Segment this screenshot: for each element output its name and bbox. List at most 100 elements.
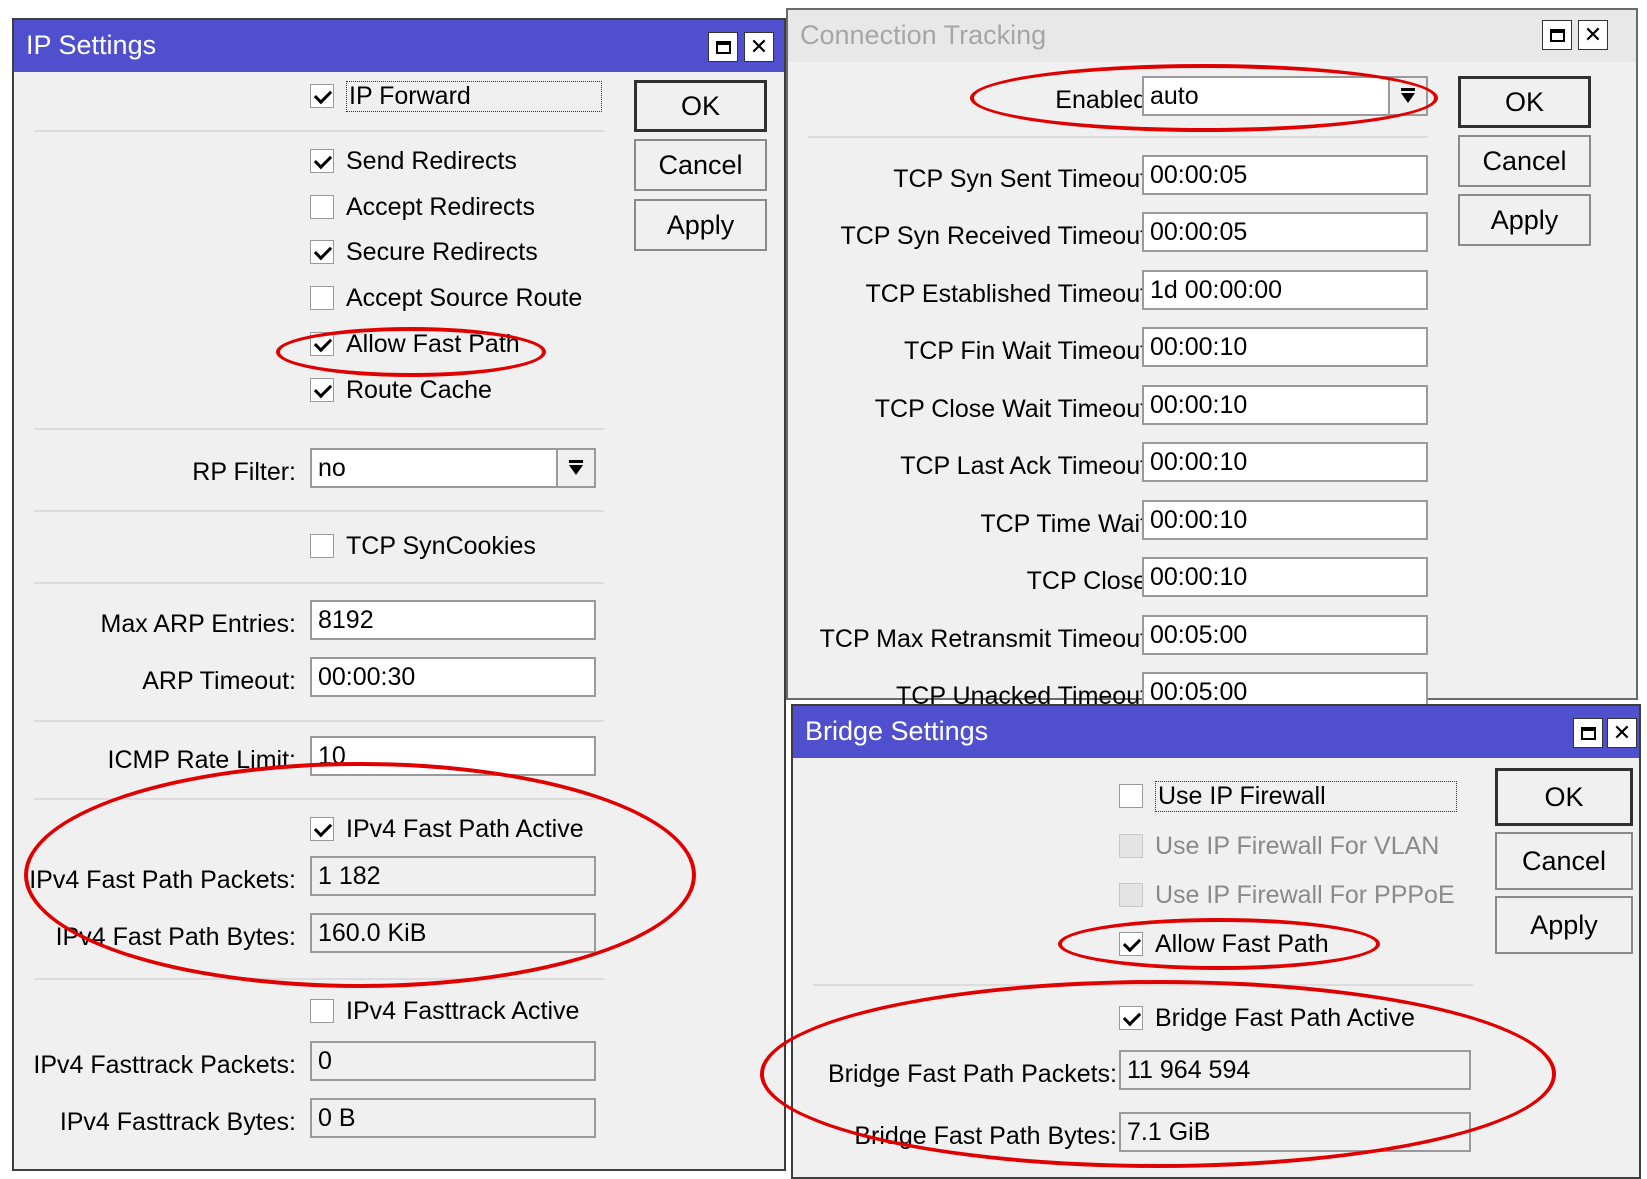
tcp-last-ack-timeout-label: TCP Last Ack Timeout: bbox=[900, 452, 1154, 480]
tcp-close-label: TCP Close: bbox=[1026, 567, 1154, 595]
ipv4-fast-path-packets-value: 1 182 bbox=[310, 856, 596, 896]
separator bbox=[813, 984, 1473, 986]
ip-settings-titlebar[interactable]: IP Settings ✕ bbox=[14, 20, 784, 72]
checkbox-label: Route Cache bbox=[346, 375, 492, 404]
ipv4-fast-path-bytes-value: 160.0 KiB bbox=[310, 913, 596, 953]
window-title: Connection Tracking bbox=[800, 20, 1047, 50]
apply-button[interactable]: Apply bbox=[634, 199, 767, 251]
checkbox-icon[interactable] bbox=[310, 84, 334, 108]
dropdown-arrow-icon[interactable] bbox=[556, 450, 594, 486]
bridge-fast-path-bytes-label: Bridge Fast Path Bytes: bbox=[854, 1122, 1117, 1150]
tcp-syn-sent-timeout-input[interactable]: 00:00:05 bbox=[1142, 155, 1428, 195]
max-arp-entries-input[interactable]: 8192 bbox=[310, 600, 596, 640]
checkbox-label: Use IP Firewall For PPPoE bbox=[1155, 880, 1455, 909]
checkbox-label: Bridge Fast Path Active bbox=[1155, 1003, 1415, 1032]
checkbox-icon[interactable] bbox=[1119, 784, 1143, 808]
separator bbox=[34, 720, 604, 722]
tcp-close-wait-timeout-input[interactable]: 00:00:10 bbox=[1142, 385, 1428, 425]
ip-forward-checkbox-row[interactable]: IP Forward bbox=[310, 80, 602, 112]
tcp-syn-received-timeout-label: TCP Syn Received Timeout: bbox=[840, 222, 1154, 250]
route-cache-checkbox-row[interactable]: Route Cache bbox=[310, 374, 492, 406]
allow-fast-path-checkbox-row[interactable]: Allow Fast Path bbox=[310, 328, 520, 360]
tcp-last-ack-timeout-input[interactable]: 00:00:10 bbox=[1142, 442, 1428, 482]
tcp-time-wait-input[interactable]: 00:00:10 bbox=[1142, 500, 1428, 540]
ipv4-fasttrack-packets-value: 0 bbox=[310, 1041, 596, 1081]
cancel-button[interactable]: Cancel bbox=[634, 139, 767, 191]
separator bbox=[34, 130, 604, 132]
cancel-button[interactable]: Cancel bbox=[1458, 135, 1591, 187]
checkbox-icon[interactable] bbox=[310, 149, 334, 173]
checkbox-icon bbox=[1119, 883, 1143, 907]
checkbox-label: IPv4 Fast Path Active bbox=[346, 814, 584, 843]
icmp-rate-limit-label: ICMP Rate Limit: bbox=[107, 746, 296, 774]
ok-button[interactable]: OK bbox=[634, 80, 767, 132]
bridge-fast-path-active-checkbox-row: Bridge Fast Path Active bbox=[1119, 1002, 1415, 1034]
checkbox-label: Use IP Firewall bbox=[1155, 780, 1457, 812]
use-ip-firewall-vlan-checkbox-row: Use IP Firewall For VLAN bbox=[1119, 830, 1439, 862]
allow-fast-path-checkbox-row[interactable]: Allow Fast Path bbox=[1119, 928, 1329, 960]
ipv4-fast-path-packets-label: IPv4 Fast Path Packets: bbox=[29, 866, 296, 894]
ipv4-fast-path-bytes-label: IPv4 Fast Path Bytes: bbox=[55, 923, 296, 951]
secure-redirects-checkbox-row[interactable]: Secure Redirects bbox=[310, 236, 538, 268]
icmp-rate-limit-input[interactable]: 10 bbox=[310, 736, 596, 776]
checkbox-label: IPv4 Fasttrack Active bbox=[346, 996, 580, 1025]
bridge-fast-path-bytes-value: 7.1 GiB bbox=[1119, 1112, 1471, 1152]
separator bbox=[34, 978, 604, 980]
accept-redirects-checkbox-row[interactable]: Accept Redirects bbox=[310, 191, 535, 223]
tcp-syn-sent-timeout-label: TCP Syn Sent Timeout: bbox=[893, 165, 1154, 193]
maximize-icon[interactable] bbox=[708, 32, 738, 62]
tcp-syncookies-checkbox-row[interactable]: TCP SynCookies bbox=[310, 530, 536, 562]
separator bbox=[808, 136, 1428, 138]
rp-filter-value: no bbox=[318, 454, 346, 482]
arp-timeout-input[interactable]: 00:00:30 bbox=[310, 657, 596, 697]
checkbox-icon bbox=[310, 817, 334, 841]
send-redirects-checkbox-row[interactable]: Send Redirects bbox=[310, 145, 517, 177]
separator bbox=[34, 582, 604, 584]
checkbox-icon[interactable] bbox=[310, 534, 334, 558]
bridge-settings-titlebar[interactable]: Bridge Settings ✕ bbox=[793, 706, 1639, 758]
checkbox-label: Secure Redirects bbox=[346, 237, 538, 266]
enabled-label: Enabled: bbox=[1055, 86, 1154, 114]
tcp-established-timeout-input[interactable]: 1d 00:00:00 bbox=[1142, 270, 1428, 310]
rp-filter-dropdown[interactable]: no bbox=[310, 448, 596, 488]
connection-tracking-window: Connection Tracking ✕ OK Cancel Apply En… bbox=[786, 8, 1638, 712]
tcp-fin-wait-timeout-input[interactable]: 00:00:10 bbox=[1142, 327, 1428, 367]
checkbox-icon[interactable] bbox=[310, 378, 334, 402]
enabled-dropdown[interactable]: auto bbox=[1142, 76, 1428, 116]
apply-button[interactable]: Apply bbox=[1458, 194, 1591, 246]
close-icon[interactable]: ✕ bbox=[1578, 20, 1608, 50]
ipv4-fasttrack-packets-label: IPv4 Fasttrack Packets: bbox=[33, 1051, 296, 1079]
accept-source-route-checkbox-row[interactable]: Accept Source Route bbox=[310, 282, 582, 314]
maximize-icon[interactable] bbox=[1573, 718, 1603, 748]
connection-tracking-titlebar[interactable]: Connection Tracking ✕ bbox=[788, 10, 1636, 62]
checkbox-icon[interactable] bbox=[310, 195, 334, 219]
enabled-value: auto bbox=[1150, 82, 1199, 110]
ok-button[interactable]: OK bbox=[1458, 76, 1591, 128]
ok-button[interactable]: OK bbox=[1495, 768, 1633, 826]
arp-timeout-label: ARP Timeout: bbox=[142, 667, 296, 695]
use-ip-firewall-checkbox-row[interactable]: Use IP Firewall bbox=[1119, 780, 1457, 812]
window-title: Bridge Settings bbox=[805, 716, 989, 746]
ipv4-fasttrack-bytes-value: 0 B bbox=[310, 1098, 596, 1138]
dropdown-arrow-icon[interactable] bbox=[1388, 78, 1426, 114]
tcp-time-wait-label: TCP Time Wait: bbox=[980, 510, 1154, 538]
bridge-fast-path-packets-value: 11 964 594 bbox=[1119, 1050, 1471, 1090]
tcp-max-retransmit-timeout-input[interactable]: 00:05:00 bbox=[1142, 615, 1428, 655]
checkbox-icon[interactable] bbox=[310, 286, 334, 310]
checkbox-label: Allow Fast Path bbox=[1155, 929, 1329, 958]
checkbox-icon[interactable] bbox=[310, 332, 334, 356]
checkbox-label: Allow Fast Path bbox=[346, 329, 520, 358]
separator bbox=[34, 428, 604, 430]
tcp-established-timeout-label: TCP Established Timeout: bbox=[865, 280, 1154, 308]
maximize-icon[interactable] bbox=[1542, 20, 1572, 50]
checkbox-label: Send Redirects bbox=[346, 146, 517, 175]
checkbox-icon[interactable] bbox=[1119, 932, 1143, 956]
checkbox-icon[interactable] bbox=[310, 240, 334, 264]
tcp-close-input[interactable]: 00:00:10 bbox=[1142, 557, 1428, 597]
ipv4-fasttrack-bytes-label: IPv4 Fasttrack Bytes: bbox=[59, 1108, 296, 1136]
tcp-syn-received-timeout-input[interactable]: 00:00:05 bbox=[1142, 212, 1428, 252]
apply-button[interactable]: Apply bbox=[1495, 896, 1633, 954]
close-icon[interactable]: ✕ bbox=[1607, 718, 1637, 748]
cancel-button[interactable]: Cancel bbox=[1495, 832, 1633, 890]
close-icon[interactable]: ✕ bbox=[744, 32, 774, 62]
